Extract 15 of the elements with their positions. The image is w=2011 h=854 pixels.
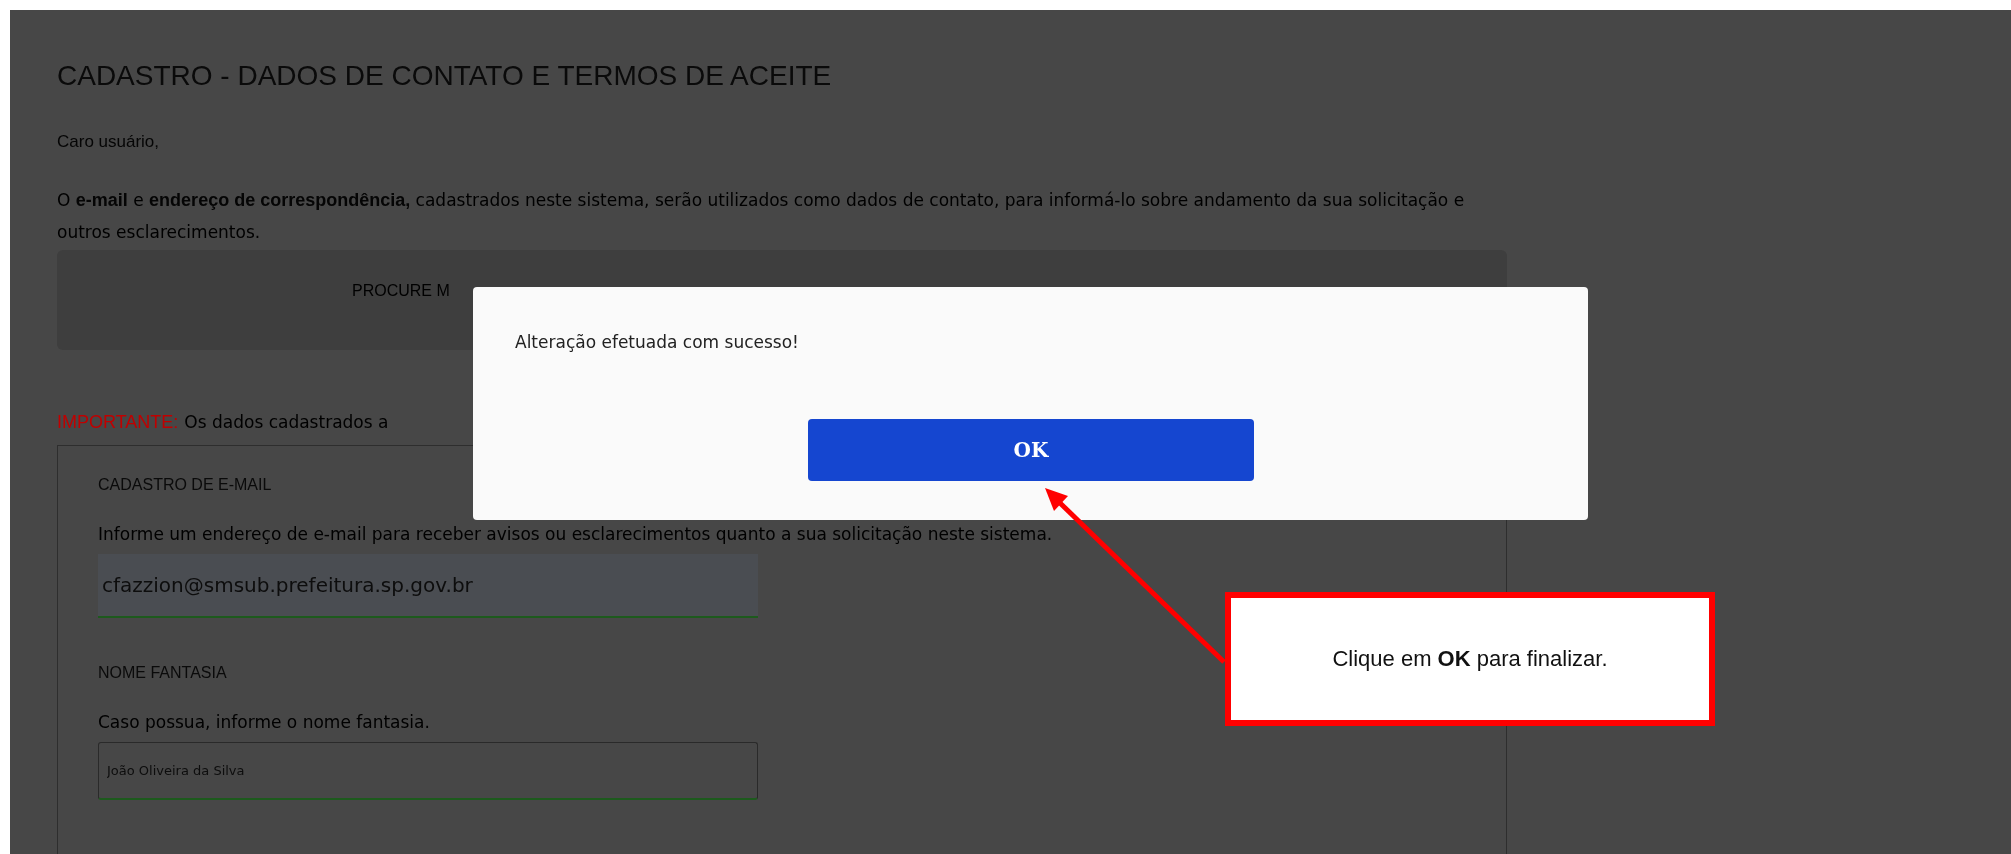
page-title: CADASTRO - DADOS DE CONTATO E TERMOS DE ACEITE	[57, 60, 833, 92]
callout-text: Clique em OK para finalizar.	[1332, 646, 1608, 672]
input-field[interactable]: cfazzion@smsub.prefeitura.sp.gov.br	[98, 554, 758, 618]
section-heading: CADASTRO DE E-MAIL	[98, 476, 273, 494]
section-heading: NOME FANTASIA	[98, 664, 228, 682]
greeting-text: Caro usuário,	[57, 132, 161, 152]
dialog-message: Alteração efetuada com sucesso!	[515, 332, 800, 352]
notice-text: PROCURE M	[352, 282, 450, 300]
section-hint: Caso possua, informe o nome fantasia.	[98, 712, 431, 732]
intro-paragraph: O e-mail e endereço de correspondência, cadastrados neste sistema, serão utilizados como dados de contato, para informá-lo sobre andamento da sua solicitação e outros esclarecimentos.	[57, 189, 1466, 244]
input-field[interactable]: João Oliveira da Silva	[98, 742, 758, 800]
important-text: Os dados cadastrados a	[184, 412, 389, 433]
important-label: IMPORTANTE:	[57, 412, 179, 433]
ok-button[interactable]: OK	[808, 419, 1254, 481]
section-hint: Informe um endereço de e-mail para receber avisos ou esclarecimentos quanto a sua solicitação neste sistema.	[98, 524, 1054, 544]
